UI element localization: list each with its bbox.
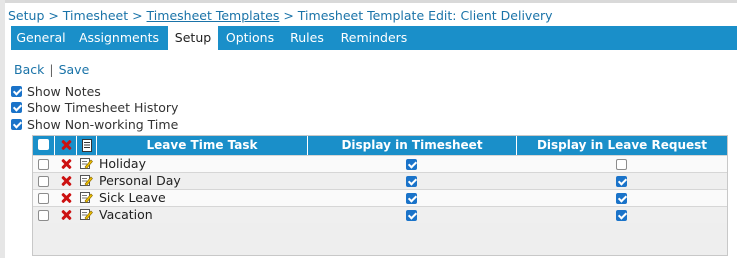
display-leave-checkbox[interactable] (616, 176, 627, 187)
top-border (0, 0, 737, 3)
tab-bar: General Assignments Setup Options Rules … (11, 26, 737, 51)
breadcrumb-current: > Timesheet Template Edit: Client Delive… (279, 8, 553, 23)
display-leave-checkbox[interactable] (616, 193, 627, 204)
delete-x-icon[interactable] (60, 209, 72, 221)
row-select-checkbox[interactable] (38, 193, 49, 204)
task-name: Vacation (99, 207, 153, 222)
breadcrumb-prefix: Setup > Timesheet > (8, 8, 147, 23)
table-header: Leave Time Task Display in Timesheet Dis… (33, 136, 727, 155)
breadcrumb: Setup > Timesheet > Timesheet Templates … (8, 8, 553, 23)
display-timesheet-checkbox[interactable] (406, 176, 417, 187)
header-delete-cell (55, 136, 77, 155)
show-timesheet-history-checkbox[interactable] (11, 102, 22, 113)
show-non-working-time-label: Show Non-working Time (27, 117, 179, 132)
back-link[interactable]: Back (14, 62, 44, 77)
breadcrumb-link-timesheet-templates[interactable]: Timesheet Templates (147, 8, 280, 23)
delete-x-icon (60, 139, 72, 151)
display-leave-checkbox[interactable] (616, 159, 627, 170)
display-timesheet-checkbox[interactable] (406, 159, 417, 170)
action-links: Back | Save (14, 62, 89, 77)
display-timesheet-checkbox[interactable] (406, 210, 417, 221)
header-display-timesheet[interactable]: Display in Timesheet (308, 136, 517, 155)
show-non-working-time-checkbox[interactable] (11, 119, 22, 130)
table-row: Holiday (33, 155, 727, 172)
row-select-checkbox[interactable] (38, 176, 49, 187)
edit-note-icon[interactable] (80, 157, 93, 170)
delete-x-icon[interactable] (60, 175, 72, 187)
tab-rules[interactable]: Rules (282, 26, 332, 50)
delete-x-icon[interactable] (60, 192, 72, 204)
tab-reminders[interactable]: Reminders (334, 26, 414, 50)
header-select-cell (33, 136, 55, 155)
task-name: Holiday (99, 156, 146, 171)
header-task[interactable]: Leave Time Task (97, 136, 308, 155)
tab-setup[interactable]: Setup (168, 26, 218, 51)
document-icon (82, 139, 92, 152)
leave-task-table: Leave Time Task Display in Timesheet Dis… (32, 135, 728, 256)
left-border (0, 0, 5, 258)
show-timesheet-history-label: Show Timesheet History (27, 100, 179, 115)
header-doc-cell (77, 136, 97, 155)
tab-general[interactable]: General (11, 26, 71, 50)
delete-x-icon[interactable] (60, 158, 72, 170)
row-select-checkbox[interactable] (38, 159, 49, 170)
tab-options[interactable]: Options (220, 26, 280, 50)
show-notes-label: Show Notes (27, 84, 101, 99)
edit-note-icon[interactable] (80, 208, 93, 221)
show-notes-checkbox[interactable] (11, 86, 22, 97)
edit-note-icon[interactable] (80, 191, 93, 204)
select-all-checkbox[interactable] (38, 139, 49, 150)
header-display-leave[interactable]: Display in Leave Request (517, 136, 727, 155)
row-select-checkbox[interactable] (38, 210, 49, 221)
edit-note-icon[interactable] (80, 174, 93, 187)
table-row: Vacation (33, 206, 727, 223)
table-row: Sick Leave (33, 189, 727, 206)
display-leave-checkbox[interactable] (616, 210, 627, 221)
display-timesheet-checkbox[interactable] (406, 193, 417, 204)
tab-assignments[interactable]: Assignments (71, 26, 167, 50)
link-separator: | (49, 62, 54, 77)
task-name: Personal Day (99, 173, 181, 188)
task-name: Sick Leave (99, 190, 166, 205)
save-link[interactable]: Save (59, 62, 90, 77)
table-row: Personal Day (33, 172, 727, 189)
